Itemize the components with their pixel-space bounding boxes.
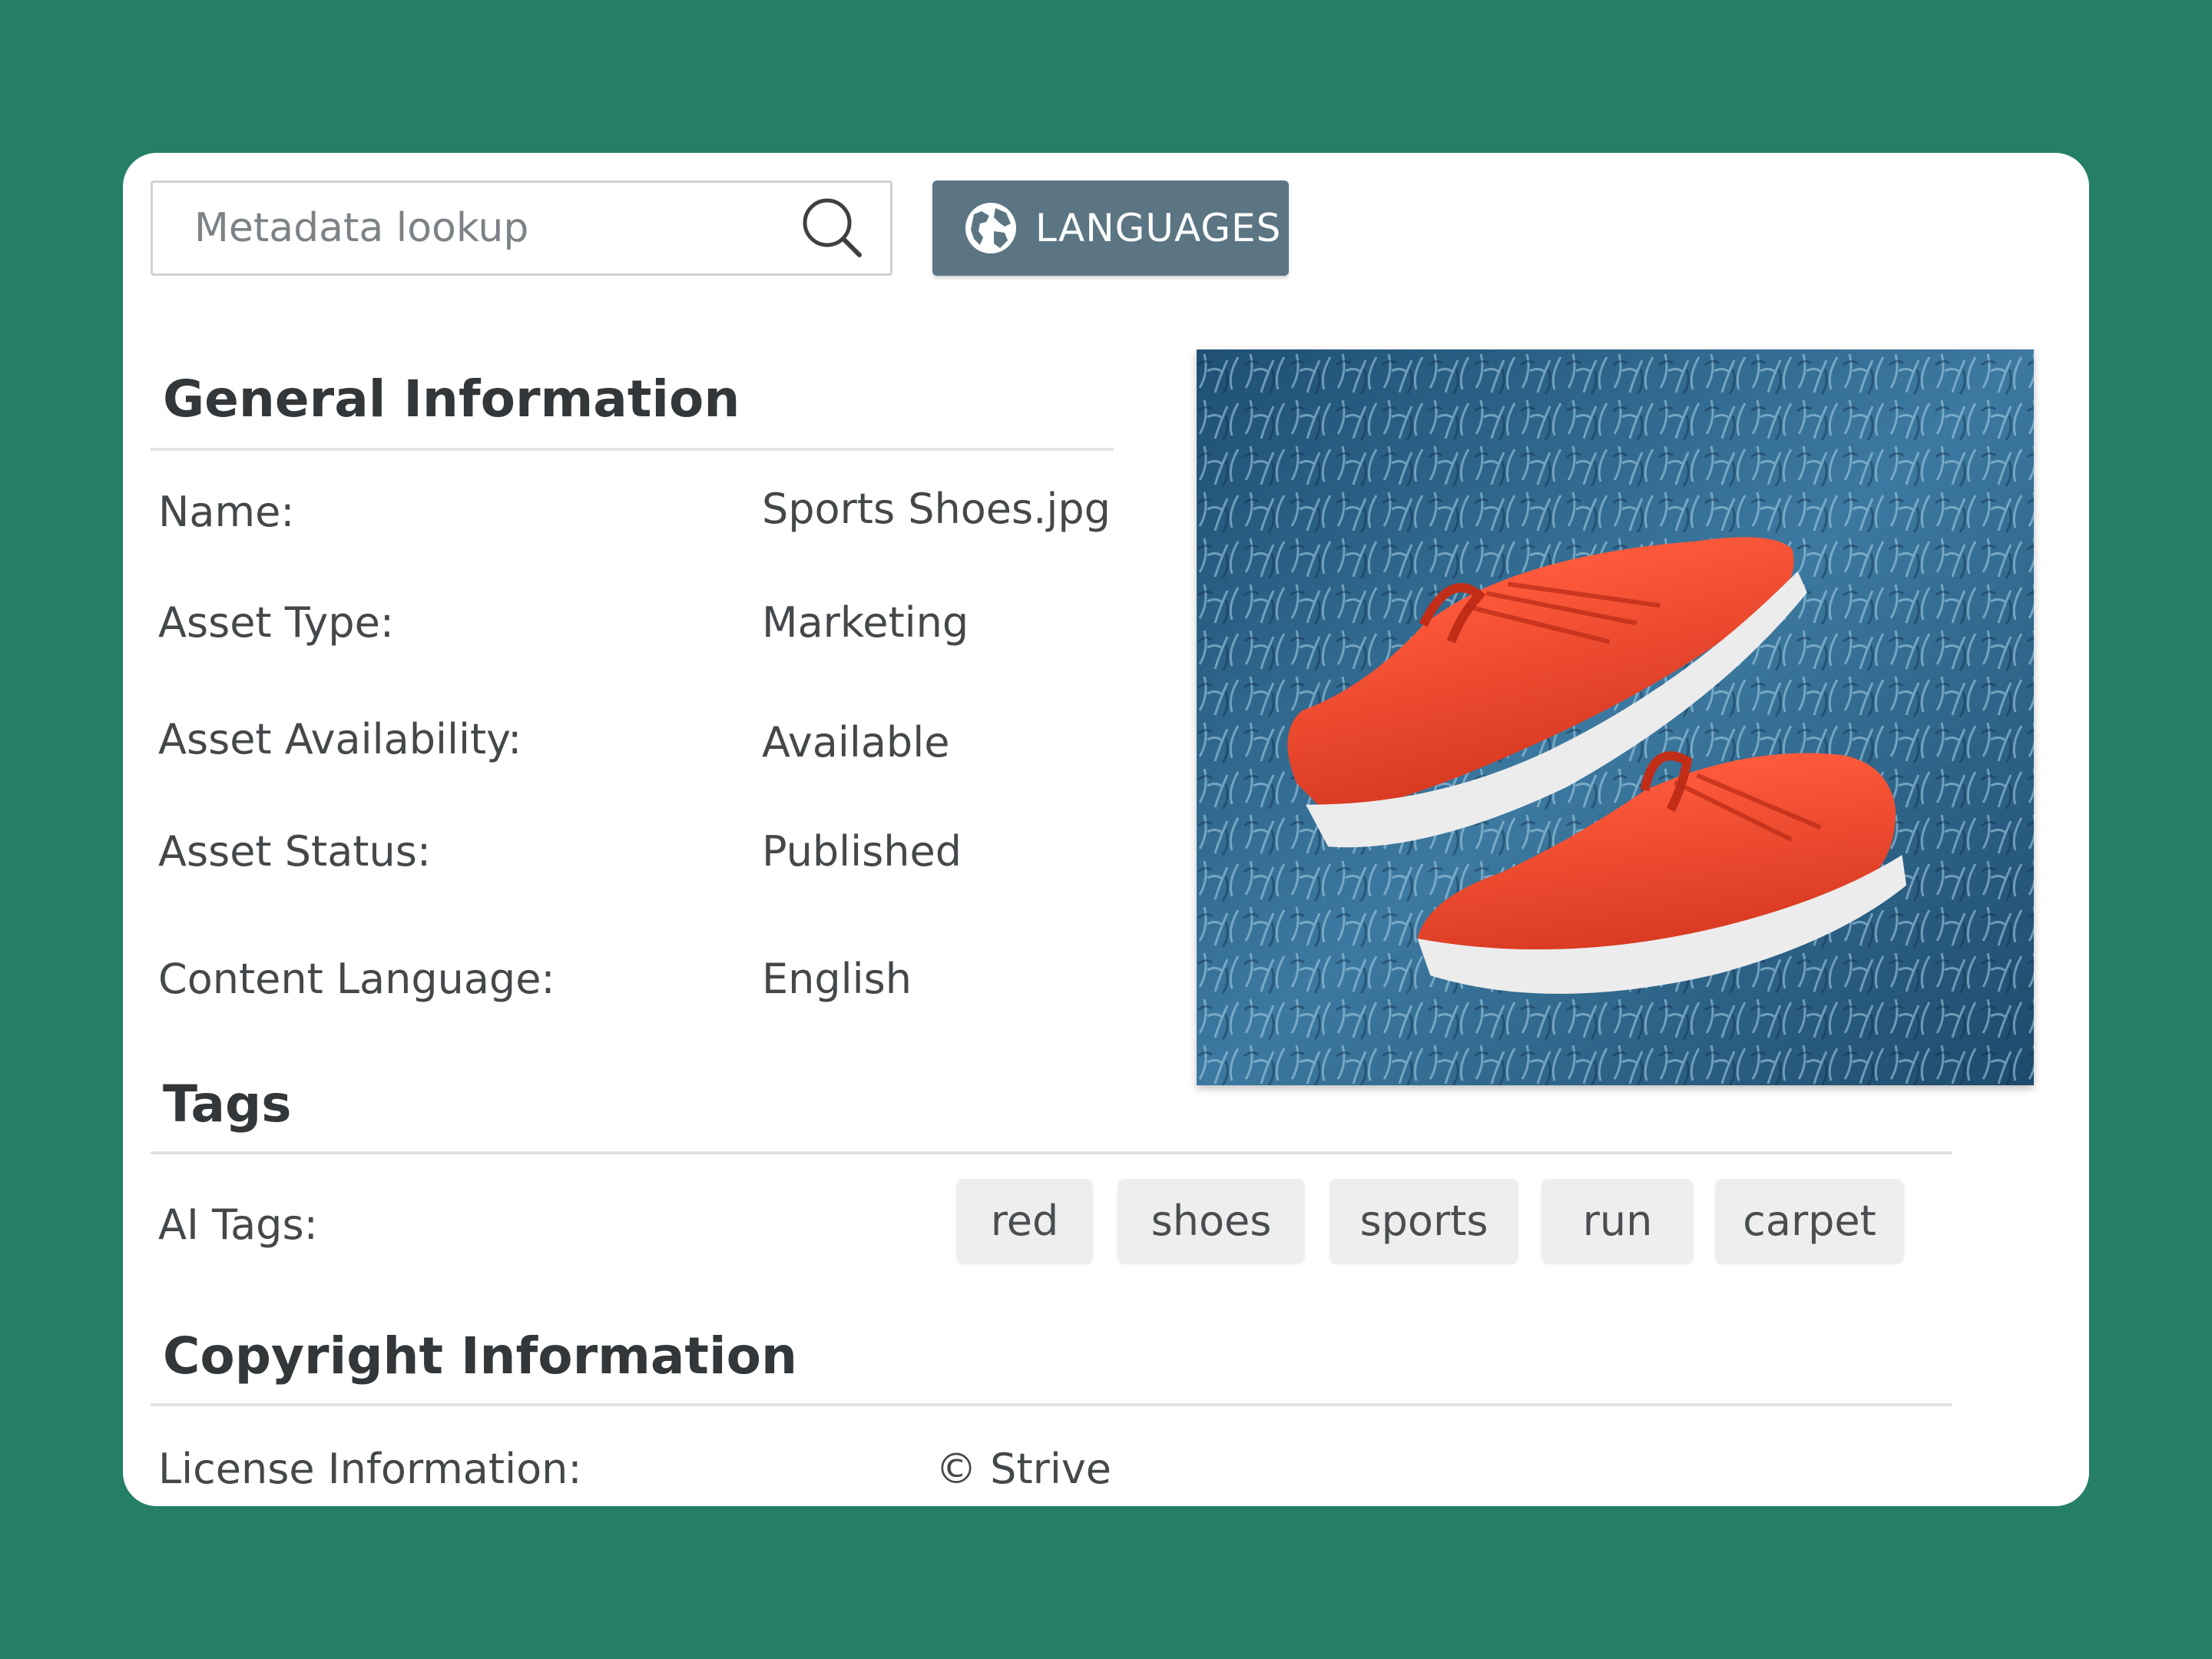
asset-status-label: Asset Status: (158, 827, 432, 876)
asset-availability-value: Available (762, 718, 950, 767)
content-language-value: English (762, 955, 912, 1003)
content-language-label: Content Language: (158, 955, 555, 1003)
license-information-label: License Information: (158, 1445, 582, 1493)
tag-shoes[interactable]: shoes (1118, 1179, 1304, 1262)
tag-carpet[interactable]: carpet (1716, 1179, 1903, 1262)
search-input[interactable] (193, 204, 798, 252)
general-divider (151, 448, 1114, 451)
tag-sports[interactable]: sports (1330, 1179, 1518, 1262)
copyright-divider (151, 1403, 1952, 1406)
tags-divider (151, 1151, 1952, 1154)
license-information-value: © Strive (935, 1445, 1111, 1493)
name-value: Sports Shoes.jpg (762, 485, 1111, 533)
languages-button[interactable]: LANGUAGES (932, 180, 1289, 276)
asset-type-label: Asset Type: (158, 598, 394, 647)
general-information-title: General Information (163, 369, 740, 429)
asset-preview-image (1197, 349, 2034, 1085)
asset-type-value: Marketing (762, 598, 969, 647)
ai-tags-label: AI Tags: (158, 1200, 318, 1249)
name-label: Name: (158, 488, 295, 536)
metadata-panel: LANGUAGES General Information Name: Spor… (123, 153, 2089, 1506)
tag-red[interactable]: red (957, 1179, 1092, 1262)
globe-icon (963, 200, 1018, 256)
asset-availability-label: Asset Availability: (158, 715, 522, 763)
metadata-search-box[interactable] (151, 180, 892, 276)
languages-label: LANGUAGES (1035, 206, 1282, 250)
copyright-information-title: Copyright Information (163, 1326, 797, 1386)
tags-title: Tags (163, 1075, 292, 1134)
search-icon[interactable] (798, 194, 867, 263)
tag-run[interactable]: run (1542, 1179, 1693, 1262)
asset-status-value: Published (762, 827, 962, 876)
